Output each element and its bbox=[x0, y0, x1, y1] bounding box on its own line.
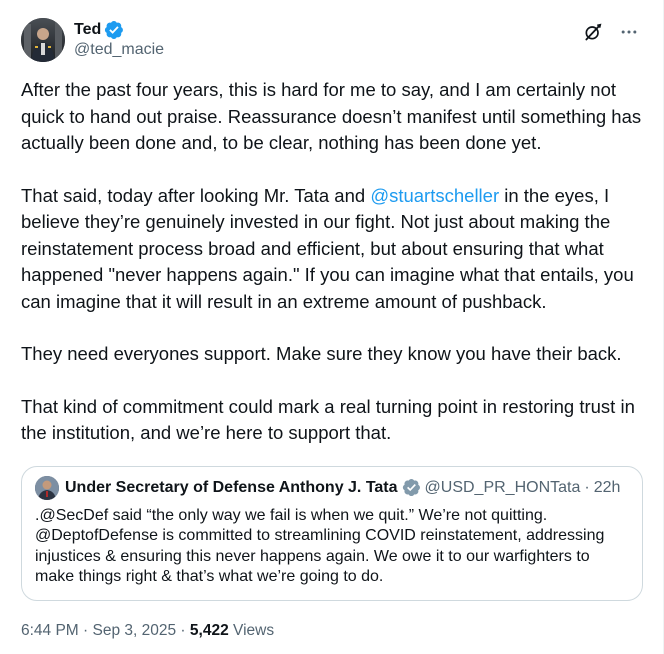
quoted-tweet-header: Under Secretary of Defense Anthony J. Ta… bbox=[35, 475, 629, 500]
tweet-paragraph: That kind of commitment could mark a rea… bbox=[21, 395, 635, 444]
grok-icon[interactable] bbox=[581, 20, 605, 44]
tweet-header: Ted @ted_macie bbox=[21, 16, 643, 64]
avatar-image bbox=[21, 18, 65, 62]
tweet-paragraph: After the past four years, this is hard … bbox=[21, 79, 642, 153]
tweet-paragraph: They need everyones support. Make sure t… bbox=[21, 343, 622, 364]
mention-link[interactable]: @stuartscheller bbox=[370, 185, 499, 206]
author-info: Ted @ted_macie bbox=[74, 20, 164, 60]
quoted-tweet[interactable]: Under Secretary of Defense Anthony J. Ta… bbox=[21, 465, 643, 601]
tweet: Ted @ted_macie After the past four years… bbox=[0, 0, 664, 654]
separator-dot: · bbox=[78, 621, 93, 639]
quoted-avatar-image bbox=[35, 475, 59, 500]
display-name-row: Ted bbox=[74, 20, 164, 40]
views-label: Views bbox=[228, 621, 275, 639]
quoted-author-avatar[interactable] bbox=[35, 475, 59, 500]
separator-dot: · bbox=[584, 478, 590, 496]
tweet-paragraph: That said, today after looking Mr. Tata … bbox=[21, 183, 646, 316]
verified-badge-icon[interactable] bbox=[104, 20, 124, 40]
tweet-date[interactable]: Sep 3, 2025 bbox=[93, 622, 177, 639]
quoted-author-display-name: Under Secretary of Defense Anthony J. Ta… bbox=[65, 478, 398, 496]
author-display-name[interactable]: Ted bbox=[74, 20, 101, 40]
tweet-footer: 6:44 PM · Sep 3, 2025 · 5,422 Views bbox=[21, 621, 643, 641]
tweet-text-segment: That said, today after looking Mr. Tata … bbox=[21, 184, 371, 206]
author-avatar[interactable] bbox=[21, 18, 65, 62]
tweet-time[interactable]: 6:44 PM bbox=[21, 622, 79, 639]
quoted-tweet-text: .@SecDef said “the only way we fail is w… bbox=[35, 506, 605, 586]
tweet-text: After the past four years, this is hard … bbox=[21, 77, 646, 447]
more-icon[interactable] bbox=[617, 20, 641, 44]
views-count: 5,422 bbox=[189, 621, 229, 639]
government-verified-badge-icon bbox=[402, 478, 421, 497]
quoted-tweet-time: 22h bbox=[593, 478, 621, 496]
quoted-author-handle: @USD_PR_HONTata bbox=[424, 478, 581, 496]
header-actions bbox=[581, 20, 641, 44]
separator-dot: · bbox=[176, 621, 190, 639]
author-handle[interactable]: @ted_macie bbox=[74, 40, 164, 60]
